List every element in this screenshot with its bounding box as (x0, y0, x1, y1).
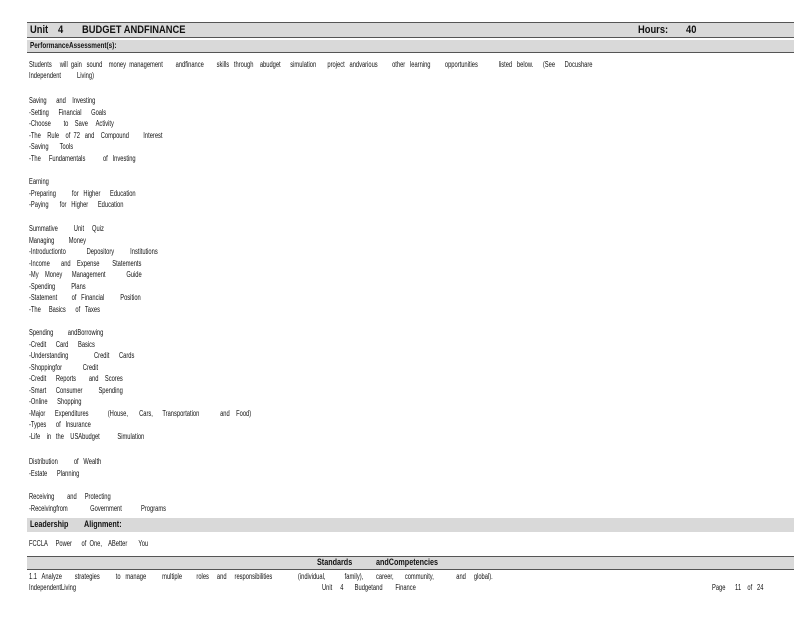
list-item: -Saving Tools (29, 142, 74, 151)
standards-bar: Standards andCompetencies (27, 556, 794, 569)
unit-number: 4 (58, 24, 64, 36)
intro-line-2: Independent Living) (29, 71, 95, 80)
list-item: -The Rule of 72 and Compound Interest (29, 130, 163, 140)
list-item: Receiving and Protecting (29, 492, 111, 501)
list-item: Spending andBorrowing (29, 328, 104, 337)
list-item: -Smart Consumer Spending (29, 385, 123, 395)
list-item: -The Fundamentals of Investing (29, 153, 136, 163)
hours-value: 40 (686, 24, 697, 36)
leadership-text: FCCLA Power of One, ABetter You (29, 539, 149, 548)
section-earning: Earning -Preparing for Higher Education … (29, 176, 177, 211)
divider (27, 569, 794, 570)
list-item: -Spending Plans (29, 281, 86, 291)
list-item: Saving and Investing (29, 96, 96, 105)
document-page: Unit 4 BUDGET ANDFINANCE Hours: 40 Perfo… (0, 0, 800, 618)
leadership-label: Leadership (30, 519, 69, 529)
footer-center: Unit 4 Budgetand Finance (322, 583, 416, 592)
list-item: -Online Shopping (29, 397, 82, 406)
section-spending-borrowing: Spending andBorrowing -Credit Card Basic… (29, 327, 338, 442)
footer-left: IndependentLiving (29, 583, 77, 592)
unit-label: Unit (30, 24, 49, 36)
list-item: -Types of Insurance (29, 420, 91, 429)
section-saving-investing: Saving and Investing -Setting Financial … (29, 95, 214, 164)
list-item: -Shoppingfor Credit (29, 362, 99, 372)
list-item: -Introductionto Depository Institutions (29, 247, 158, 256)
standards-heading-right: andCompetencies (376, 557, 439, 567)
section-receiving-protecting: Receiving and Protecting -Receivingfrom … (29, 491, 219, 514)
section-distribution-wealth: Distribution of Wealth -Estate Planning (29, 456, 129, 479)
list-item: -Major Expenditures (House, Cars, Transp… (29, 408, 252, 418)
intro-line-1: Students will gain sound money managemen… (29, 60, 593, 69)
list-item: Earning (29, 177, 49, 186)
list-item: -Estate Planning (29, 468, 80, 478)
list-item: -Choose to Save Activity (29, 119, 114, 128)
list-item: -Receivingfrom Government Programs (29, 503, 167, 513)
list-item: -Credit Reports and Scores (29, 374, 123, 383)
list-item: -Paying for Higher Education (29, 200, 124, 209)
hours-label: Hours: (638, 24, 669, 36)
list-item: -Statement of Financial Position (29, 293, 141, 302)
list-item: Summative Unit Quiz (29, 224, 104, 233)
leadership-alignment-bar: Leadership Alignment: (27, 518, 794, 532)
section-managing-money: Summative Unit Quiz Managing Money -Intr… (29, 223, 208, 315)
list-item: -Life in the USAbudget Simulation (29, 431, 145, 441)
performance-assessment-bar: PerformanceAssessment(s): (27, 40, 794, 53)
list-item: Managing Money (29, 235, 86, 245)
alignment-label: Alignment: (84, 519, 122, 529)
unit-title: BUDGET ANDFINANCE (82, 24, 186, 36)
list-item: -Preparing for Higher Education (29, 188, 136, 198)
list-item: -The Basics of Taxes (29, 304, 100, 314)
footer-page-number: Page 11 of 24 (712, 583, 764, 592)
list-item: -Setting Financial Goals (29, 107, 107, 117)
list-item: -My Money Management Guide (29, 270, 142, 279)
list-item: -Credit Card Basics (29, 339, 95, 349)
unit-header-bar: Unit 4 BUDGET ANDFINANCE Hours: 40 (27, 22, 794, 38)
standards-heading-left: Standards (317, 557, 353, 567)
list-item: -Understanding Credit Cards (29, 351, 135, 360)
standard-item: 1.1 Analyze strategies to manage multipl… (29, 572, 493, 581)
list-item: Distribution of Wealth (29, 457, 102, 466)
performance-assessment-heading: PerformanceAssessment(s): (30, 40, 117, 50)
list-item: -Income and Expense Statements (29, 258, 142, 268)
